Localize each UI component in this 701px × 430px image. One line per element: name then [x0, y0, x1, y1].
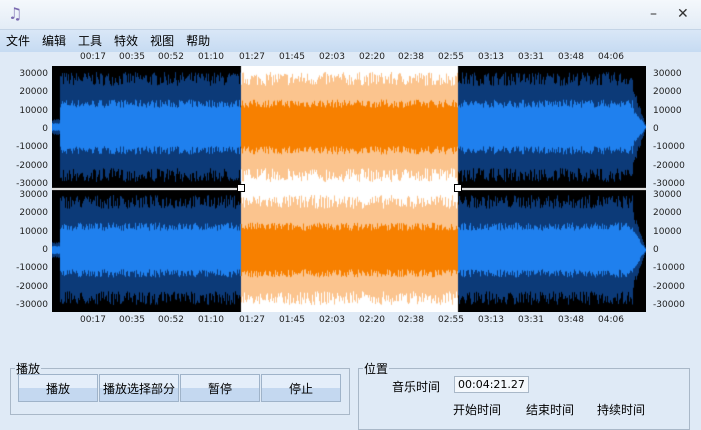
amplitude-label: 0	[653, 245, 659, 255]
amplitude-label: -10000	[16, 142, 48, 153]
amplitude-label: -30000	[653, 300, 685, 310]
amplitude-label: -10000	[16, 263, 48, 274]
menu-tools[interactable]: 工具	[78, 30, 102, 52]
position-group: 位置	[358, 360, 690, 430]
amplitude-label: 30000	[653, 69, 682, 79]
menu-bar: 文件 编辑 工具 特效 视图 帮助	[0, 30, 701, 52]
amplitude-label: 0	[653, 124, 659, 134]
timeline-top-label: 02:20	[359, 52, 385, 62]
timeline-top-label: 03:31	[518, 52, 544, 62]
timeline-bottom-label: 01:27	[239, 315, 265, 325]
play-selection-button[interactable]: 播放选择部分	[99, 374, 179, 402]
timeline-bottom-label: 01:10	[198, 315, 224, 325]
timeline-top-label: 01:27	[239, 52, 265, 62]
amplitude-label: -30000	[16, 300, 48, 310]
timeline-bottom-label: 02:55	[438, 315, 464, 325]
timeline-bottom-label: 01:45	[279, 315, 305, 325]
music-note-icon: ♫	[8, 4, 23, 23]
waveform-canvas[interactable]	[52, 66, 646, 312]
amplitude-label: 20000	[653, 87, 682, 98]
timeline-bottom-label: 03:13	[478, 315, 504, 325]
timeline-top-label: 02:38	[398, 52, 424, 62]
timeline-top-label: 01:10	[198, 52, 224, 62]
amplitude-label: -20000	[16, 281, 48, 292]
timeline-top-label: 00:52	[158, 52, 184, 62]
timeline-bottom-label: 03:48	[558, 315, 584, 325]
amplitude-label: -20000	[16, 160, 48, 171]
menu-edit[interactable]: 编辑	[42, 30, 66, 52]
minimize-button[interactable]: –	[650, 6, 657, 22]
menu-help[interactable]: 帮助	[186, 30, 210, 52]
duration-label: 持续时间	[597, 403, 646, 417]
timeline-top-label: 02:03	[319, 52, 345, 62]
menu-view[interactable]: 视图	[150, 30, 174, 52]
amplitude-label: 20000	[653, 208, 682, 219]
play-button[interactable]: 播放	[18, 374, 98, 402]
amplitude-label: 10000	[19, 105, 48, 116]
amplitude-label: 30000	[19, 69, 48, 79]
amplitude-label: -30000	[16, 179, 48, 189]
title-bar: ♫ – ✕	[0, 0, 701, 30]
amplitude-label: 20000	[19, 208, 48, 219]
close-button[interactable]: ✕	[677, 6, 689, 22]
start-time-label: 开始时间	[453, 403, 502, 417]
timeline-bottom-label: 00:17	[80, 315, 106, 325]
timeline-top-label: 01:45	[279, 52, 305, 62]
end-time-label: 结束时间	[526, 403, 575, 417]
amplitude-label: 20000	[19, 87, 48, 98]
timeline-bottom-label: 00:52	[158, 315, 184, 325]
amplitude-label: 10000	[653, 105, 682, 116]
menu-effects[interactable]: 特效	[114, 30, 138, 52]
amplitude-label: 10000	[653, 226, 682, 237]
amplitude-label: 0	[42, 245, 48, 255]
selection-start-handle[interactable]	[237, 184, 245, 192]
timeline-bottom-label: 02:20	[359, 315, 385, 325]
amplitude-label: 10000	[19, 226, 48, 237]
amplitude-label: -10000	[653, 263, 685, 274]
timeline-top-label: 04:06	[598, 52, 624, 62]
menu-file[interactable]: 文件	[6, 30, 30, 52]
timeline-bottom-label: 02:38	[398, 315, 424, 325]
timeline-top-label: 00:35	[119, 52, 145, 62]
amplitude-label: -20000	[653, 281, 685, 292]
amplitude-label: 0	[42, 124, 48, 134]
selection-end-handle[interactable]	[454, 184, 462, 192]
timeline-top-label: 03:48	[558, 52, 584, 62]
amplitude-label: -10000	[653, 142, 685, 153]
music-time-field: 00:04:21.27	[454, 376, 529, 393]
amplitude-label: 30000	[653, 190, 682, 200]
position-group-title: 位置	[364, 362, 389, 376]
timeline-bottom-label: 03:31	[518, 315, 544, 325]
timeline-bottom-label: 00:35	[119, 315, 145, 325]
timeline-top-label: 00:17	[80, 52, 106, 62]
pause-button[interactable]: 暂停	[180, 374, 260, 402]
timeline-top-label: 03:13	[478, 52, 504, 62]
music-time-label: 音乐时间	[392, 380, 441, 394]
amplitude-label: 30000	[19, 190, 48, 200]
stop-button[interactable]: 停止	[261, 374, 341, 402]
amplitude-label: -20000	[653, 160, 685, 171]
timeline-bottom-label: 02:03	[319, 315, 345, 325]
timeline-bottom-label: 04:06	[598, 315, 624, 325]
amplitude-label: -30000	[653, 179, 685, 189]
timeline-top-label: 02:55	[438, 52, 464, 62]
